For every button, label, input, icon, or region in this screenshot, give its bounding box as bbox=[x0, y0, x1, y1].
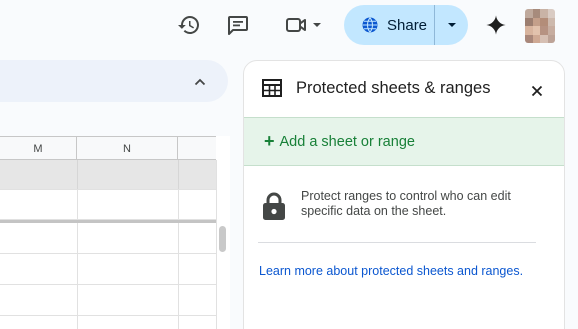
panel-divider bbox=[258, 242, 536, 243]
protection-info: Protect ranges to control who can edit s… bbox=[244, 167, 564, 237]
chevron-down-icon bbox=[313, 23, 321, 27]
gemini-button[interactable] bbox=[477, 6, 515, 44]
table-row[interactable] bbox=[0, 223, 216, 254]
account-avatar[interactable] bbox=[525, 9, 555, 43]
comments-button[interactable] bbox=[219, 6, 257, 44]
lock-icon bbox=[263, 192, 285, 220]
add-range-label: Add a sheet or range bbox=[279, 133, 415, 150]
table-row[interactable] bbox=[0, 254, 216, 285]
table-row[interactable] bbox=[0, 316, 216, 329]
scrollbar-thumb[interactable] bbox=[219, 226, 226, 252]
history-icon bbox=[178, 16, 199, 34]
chevron-down-icon bbox=[447, 23, 456, 27]
column-header-m[interactable]: M bbox=[0, 137, 77, 160]
top-toolbar: Share bbox=[0, 0, 578, 52]
column-header-n[interactable]: N bbox=[77, 137, 178, 160]
share-dropdown-button[interactable] bbox=[435, 5, 468, 45]
protected-ranges-panel: Protected sheets & ranges + Add a sheet … bbox=[243, 60, 565, 329]
panel-title: Protected sheets & ranges bbox=[296, 79, 491, 97]
share-label: Share bbox=[387, 16, 428, 34]
chevron-up-icon bbox=[194, 78, 206, 86]
video-camera-icon bbox=[286, 18, 306, 32]
table-row[interactable] bbox=[0, 285, 216, 316]
table-row[interactable] bbox=[0, 190, 216, 220]
add-sheet-or-range-button[interactable]: + Add a sheet or range bbox=[244, 117, 564, 166]
version-history-button[interactable] bbox=[170, 6, 208, 44]
column-header-row: M N bbox=[0, 136, 216, 160]
panel-header: Protected sheets & ranges bbox=[244, 61, 564, 117]
learn-more-link[interactable]: Learn more about protected sheets and ra… bbox=[259, 264, 523, 278]
plus-icon: + bbox=[264, 130, 275, 151]
share-button-group: Share bbox=[344, 5, 468, 45]
close-panel-button[interactable] bbox=[524, 78, 550, 104]
column-header-o[interactable] bbox=[178, 137, 216, 160]
share-button[interactable]: Share bbox=[344, 5, 434, 45]
table-row[interactable] bbox=[0, 160, 216, 190]
collapse-menus-button[interactable] bbox=[185, 67, 215, 97]
sparkle-icon bbox=[486, 15, 506, 35]
close-icon bbox=[531, 85, 543, 97]
meet-button[interactable] bbox=[275, 6, 331, 44]
table-icon bbox=[262, 79, 282, 97]
comment-icon bbox=[228, 16, 248, 35]
sheet-grid[interactable]: M N bbox=[0, 136, 230, 329]
info-text: Protect ranges to control who can edit s… bbox=[301, 189, 511, 218]
globe-icon bbox=[362, 17, 378, 33]
